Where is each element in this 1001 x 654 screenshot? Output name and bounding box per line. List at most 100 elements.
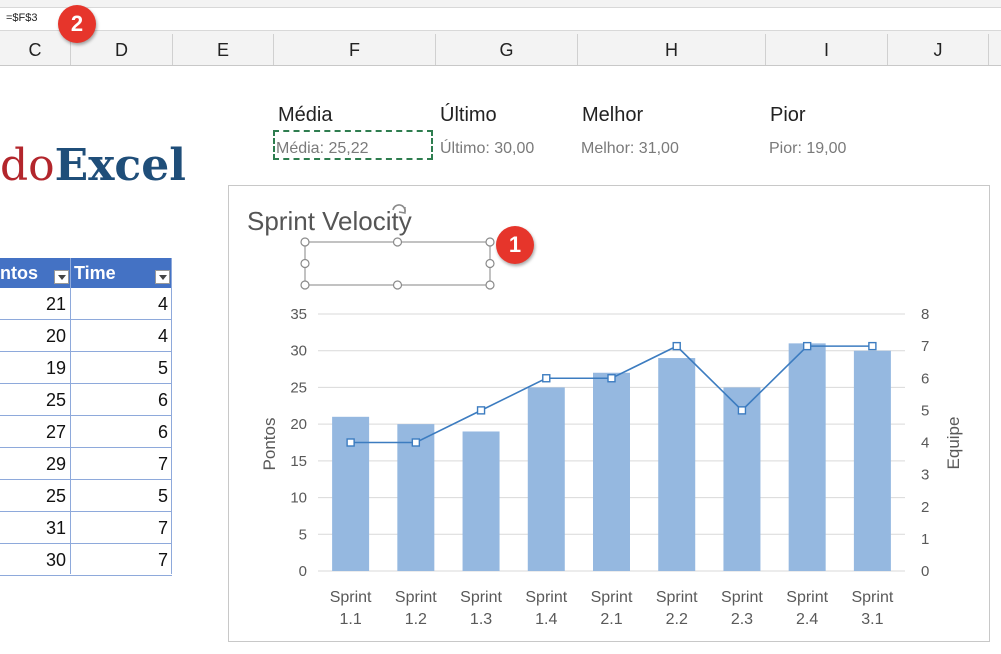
y2-tick-label: 5 — [921, 402, 929, 419]
time-cell[interactable]: 6 — [158, 422, 168, 443]
column-header-j[interactable]: J — [888, 34, 989, 65]
time-cell[interactable]: 5 — [158, 358, 168, 379]
bar — [788, 343, 826, 571]
y2-tick-label: 4 — [921, 435, 929, 452]
y2-tick-label: 3 — [921, 467, 929, 484]
table-row[interactable]: 29 7 — [0, 448, 172, 480]
x-tick-label: Sprint 1.4 — [525, 589, 567, 628]
table-header-pontos[interactable]: ntos — [0, 263, 38, 284]
table-row[interactable]: 19 5 — [0, 352, 172, 384]
table-header-time[interactable]: Time — [74, 263, 116, 284]
line-marker — [346, 438, 355, 447]
table-row[interactable]: 20 4 — [0, 320, 172, 352]
x-tick-label: Sprint 3.1 — [851, 589, 893, 628]
resize-handle — [485, 258, 495, 269]
y-tick-label: 20 — [290, 416, 307, 433]
x-tick-label: Sprint 2.2 — [656, 589, 698, 628]
time-cell[interactable]: 5 — [158, 486, 168, 507]
time-cell[interactable]: 4 — [158, 326, 168, 347]
table-row[interactable]: 21 4 — [0, 288, 172, 320]
pontos-cell[interactable]: 27 — [46, 422, 66, 443]
time-cell[interactable]: 7 — [158, 454, 168, 475]
table-row[interactable]: 25 6 — [0, 384, 172, 416]
line-marker — [868, 341, 877, 351]
pontos-cell[interactable]: 20 — [46, 326, 66, 347]
column-header-g[interactable]: G — [436, 34, 578, 65]
pontos-cell[interactable]: 25 — [46, 486, 66, 507]
formula-bar: =$F$3 — [0, 0, 1001, 34]
pior-value[interactable]: Pior: 19,00 — [769, 140, 846, 158]
filter-dropdown-icon[interactable] — [155, 270, 170, 284]
filter-dropdown-icon[interactable] — [54, 270, 69, 284]
y2-axis-label: Equipe — [944, 417, 963, 470]
bar — [658, 358, 696, 571]
y2-tick-label: 6 — [921, 370, 929, 387]
table-row[interactable]: 25 5 — [0, 480, 172, 512]
y-tick-label: 0 — [299, 563, 307, 580]
resize-handle — [485, 280, 495, 290]
time-cell[interactable]: 4 — [158, 294, 168, 315]
y-tick-label: 25 — [290, 379, 307, 396]
chart-title: Sprint Velocity — [247, 206, 412, 236]
media-value[interactable]: Média: 25,22 — [276, 140, 369, 158]
pontos-cell[interactable]: 30 — [46, 550, 66, 571]
y-tick-label: 35 — [290, 306, 307, 323]
resize-handle — [485, 237, 495, 247]
y2-tick-label: 7 — [921, 338, 929, 355]
table-row[interactable]: 31 7 — [0, 512, 172, 544]
chart-area[interactable]: Sprint Velocity 0 5 10 15 20 25 30 35 0 1 2 3 4 5 6 7 8 Sp… — [228, 185, 990, 642]
line-marker — [476, 406, 486, 415]
column-header-i[interactable]: I — [766, 34, 888, 65]
bar — [527, 387, 565, 571]
formula-input[interactable]: =$F$3 — [0, 7, 1001, 31]
y-tick-label: 10 — [290, 490, 307, 507]
resize-handle — [392, 237, 403, 247]
x-tick-label: Sprint 2.3 — [721, 589, 763, 628]
x-tick-label: Sprint 1.2 — [395, 589, 437, 628]
pontos-cell[interactable]: 29 — [46, 454, 66, 475]
line-marker — [411, 438, 421, 447]
table-header: ntos Time — [0, 258, 172, 288]
line-marker — [542, 374, 551, 383]
pontos-cell[interactable]: 21 — [46, 294, 66, 315]
table-row[interactable]: 27 6 — [0, 416, 172, 448]
formula-text: =$F$3 — [6, 12, 38, 24]
y-tick-label: 5 — [299, 526, 307, 543]
pontos-cell[interactable]: 31 — [46, 518, 66, 539]
media-heading: Média — [278, 104, 333, 126]
table-right-border — [171, 258, 172, 574]
line-marker — [672, 341, 681, 351]
column-header-c[interactable]: C — [0, 34, 71, 65]
sprint-velocity-chart: Sprint Velocity 0 5 10 15 20 25 30 35 0 1 2 3 4 5 6 7 8 Sp… — [247, 204, 963, 628]
selected-textbox — [304, 241, 491, 286]
table-row[interactable]: 30 7 — [0, 544, 172, 576]
melhor-value[interactable]: Melhor: 31,00 — [581, 140, 679, 158]
line-marker — [607, 374, 616, 383]
time-cell[interactable]: 7 — [158, 518, 168, 539]
logo: doExcel — [0, 140, 186, 191]
pontos-cell[interactable]: 19 — [46, 358, 66, 379]
time-cell[interactable]: 7 — [158, 550, 168, 571]
pontos-cell[interactable]: 25 — [46, 390, 66, 411]
x-tick-label: Sprint 1.1 — [330, 589, 372, 628]
bar — [723, 387, 761, 571]
bar — [593, 372, 630, 571]
column-header-f[interactable]: F — [274, 34, 436, 65]
resize-handle — [300, 237, 310, 247]
y2-tick-label: 0 — [921, 563, 929, 580]
x-tick-label: Sprint 2.1 — [591, 589, 633, 628]
line-marker — [802, 341, 812, 351]
time-cell[interactable]: 6 — [158, 390, 168, 411]
x-tick-label: Sprint 1.3 — [460, 589, 502, 628]
step-badge-2: 2 — [58, 5, 96, 43]
pior-heading: Pior — [770, 104, 806, 126]
ultimo-value[interactable]: Último: 30,00 — [440, 140, 534, 158]
column-header-h[interactable]: H — [578, 34, 766, 65]
y-tick-label: 30 — [290, 343, 307, 360]
y2-tick-label: 1 — [921, 531, 929, 548]
resize-handle — [300, 280, 310, 290]
y2-tick-label: 8 — [921, 306, 929, 323]
column-header-e[interactable]: E — [173, 34, 274, 65]
y2-tick-label: 2 — [921, 499, 929, 516]
bar — [853, 350, 891, 571]
